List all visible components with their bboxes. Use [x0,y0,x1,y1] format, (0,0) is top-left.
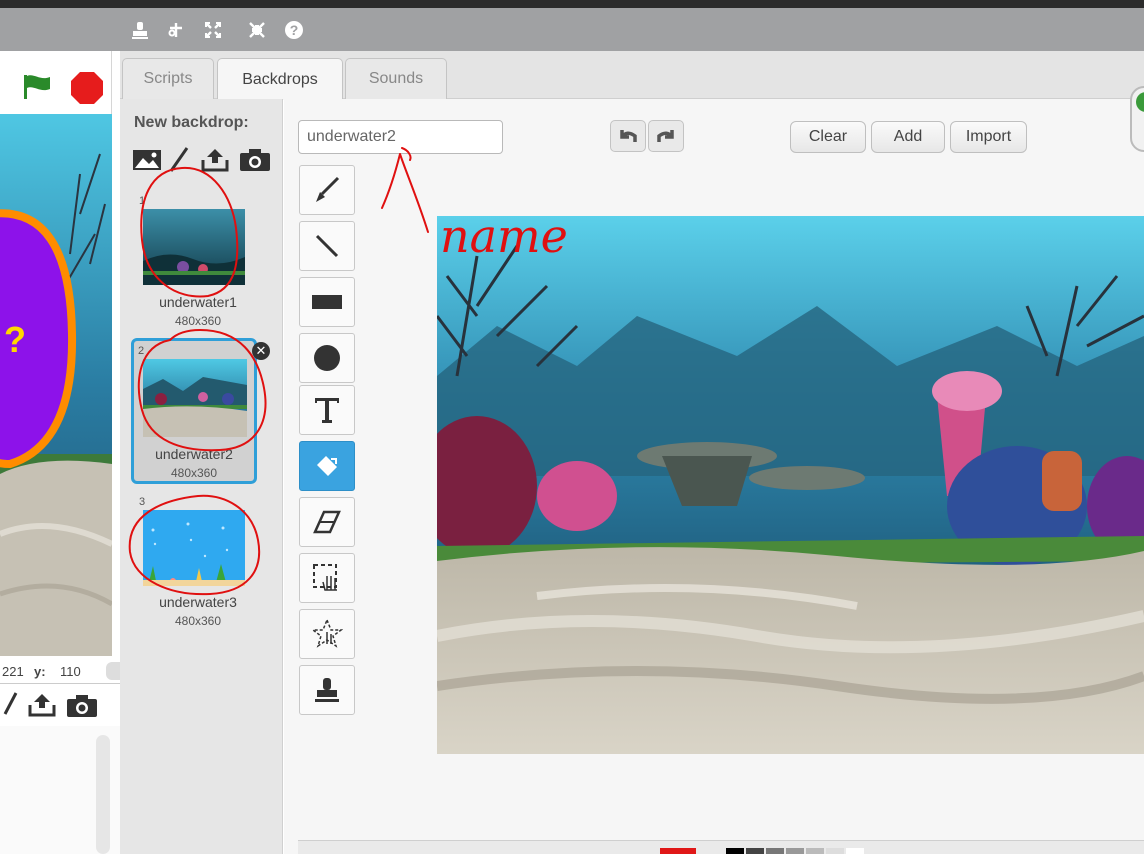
backdrop-name: underwater2 [155,446,233,462]
tab-scripts[interactable]: Scripts [122,58,214,99]
backdrop-name: underwater1 [159,294,237,310]
add-button[interactable]: Add [871,121,945,153]
stage-collapse-handle[interactable] [106,662,120,680]
backdrop-item-2[interactable]: 2 ✕ underwater2 480x360 [131,338,270,484]
fill-bucket-tool[interactable] [299,441,355,491]
undo-button[interactable] [610,120,646,152]
upload-icon[interactable] [28,693,56,722]
stage-header [0,51,112,114]
color-swatch-black[interactable] [726,848,744,854]
backdrop-from-camera-icon[interactable] [238,148,272,172]
backdrop-thumbnail [143,359,247,442]
new-backdrop-label: New backdrop: [134,114,249,131]
top-toolbar: ? [0,8,1144,51]
zoom-indicator [1136,92,1144,112]
sprite-list-scrollbar[interactable] [96,735,110,854]
color-palette-bar [298,840,1144,854]
choose-backdrop-from-library-icon[interactable] [132,148,162,172]
text-tool[interactable] [299,385,355,435]
brush-tool[interactable] [299,165,355,215]
stamp-tool[interactable] [299,665,355,715]
backdrop-size: 480x360 [174,314,222,328]
color-swatch-white[interactable] [846,848,864,854]
backdrop-size: 480x360 [174,614,222,628]
backdrop-number: 2 [138,345,145,357]
ellipse-tool[interactable] [299,333,355,383]
green-flag-icon[interactable] [22,73,52,104]
delete-backdrop-icon[interactable]: ✕ [252,342,270,360]
help-icon[interactable]: ? [284,20,304,40]
shrink-icon[interactable] [247,20,267,40]
backdrop-thumbnail [143,510,245,591]
select-and-duplicate-tool[interactable] [299,609,355,659]
cut-scissors-icon[interactable] [166,20,186,40]
backdrop-thumbnail [143,209,245,290]
upload-backdrop-icon[interactable] [200,148,230,172]
paint-new-backdrop-icon[interactable] [166,147,190,172]
camera-icon[interactable] [66,694,98,723]
paint-brush-icon[interactable] [2,692,18,723]
zoom-control[interactable] [1130,86,1144,152]
color-swatch-silver[interactable] [826,848,844,854]
rectangle-tool[interactable] [299,277,355,327]
window-top-edge [0,0,1144,8]
backdrop-canvas[interactable] [437,216,1144,754]
speech-bubble-text: ? [4,319,26,360]
backdrop-name: underwater3 [159,594,237,610]
backdrop-size: 480x360 [170,466,218,480]
color-swatch-lightgray[interactable] [806,848,824,854]
tab-backdrops[interactable]: Backdrops [217,58,343,100]
mouse-coordinates: 221 y: 110 [0,660,120,682]
stage-view[interactable]: ? [0,114,112,656]
color-swatch-midgray[interactable] [786,848,804,854]
backdrop-item-1[interactable]: 1 underwater1 480x360 [135,192,261,332]
y-coordinate-label: y: [34,664,46,679]
color-swatch-gray[interactable] [766,848,784,854]
new-sprite-tools [0,683,120,725]
y-coordinate-value: 110 [60,664,81,679]
backdrop-number: 1 [139,195,146,207]
redo-button[interactable] [648,120,684,152]
grow-icon[interactable] [203,20,223,40]
color-swatch-darkgray[interactable] [746,848,764,854]
backdrop-name-input[interactable] [298,120,503,154]
import-button[interactable]: Import [950,121,1027,153]
backdrop-number: 3 [139,496,146,508]
stop-sign-icon[interactable] [70,71,104,110]
svg-text:?: ? [290,22,299,38]
eraser-tool[interactable] [299,497,355,547]
duplicate-stamp-icon[interactable] [130,20,150,40]
current-color-swatch[interactable] [660,848,696,854]
line-tool[interactable] [299,221,355,271]
x-coordinate-value: 221 [2,664,24,679]
clear-button[interactable]: Clear [790,121,866,153]
tab-sounds[interactable]: Sounds [345,58,447,99]
select-tool[interactable] [299,553,355,603]
backdrop-item-3[interactable]: 3 underwater3 480x360 [135,492,261,632]
